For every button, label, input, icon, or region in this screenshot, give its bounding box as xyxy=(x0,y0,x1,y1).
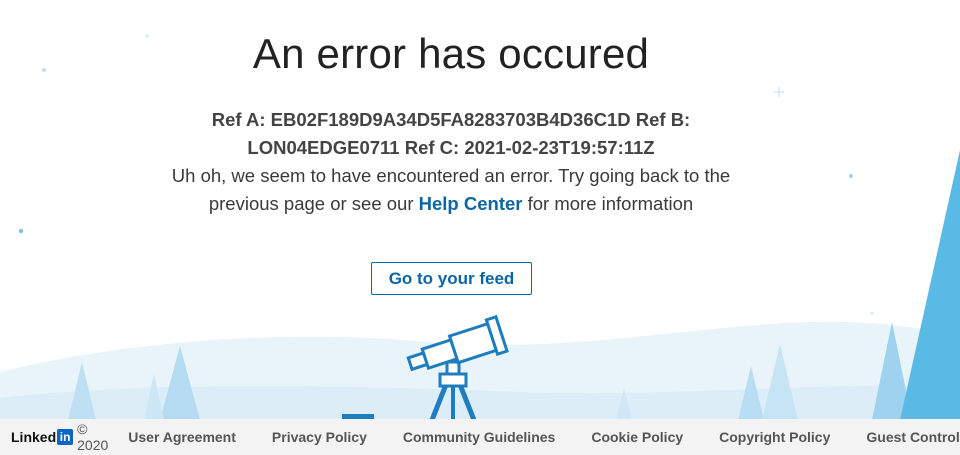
sparkle-dot xyxy=(18,228,24,234)
brand-wordmark: Linked xyxy=(11,429,57,445)
error-page: An error has occured Ref A: EB02F189D9A3… xyxy=(0,0,960,455)
linkedin-logo-icon[interactable]: Linked in xyxy=(11,429,74,445)
pine-tree-large xyxy=(900,150,960,420)
error-message-suffix: for more information xyxy=(522,193,694,214)
footer-link-copyright-policy[interactable]: Copyright Policy xyxy=(719,429,830,445)
help-center-link[interactable]: Help Center xyxy=(419,193,523,214)
go-to-feed-button[interactable]: Go to your feed xyxy=(371,262,532,295)
copyright-text: © 2020 xyxy=(77,421,109,453)
pine-tree xyxy=(160,346,200,420)
reference-line-2: LON04EDGE0711 Ref C: 2021-02-23T19:57:11… xyxy=(247,137,655,158)
footer-link-community-guidelines[interactable]: Community Guidelines xyxy=(403,429,555,445)
error-message: Uh oh, we seem to have encountered an er… xyxy=(160,162,742,218)
footer-link-guest-controls[interactable]: Guest Controls xyxy=(866,429,960,445)
footer-link-privacy-policy[interactable]: Privacy Policy xyxy=(272,429,367,445)
telescope-icon xyxy=(342,314,509,421)
pine-tree xyxy=(762,344,798,420)
snow-hill-front xyxy=(0,385,960,420)
footer-link-cookie-policy[interactable]: Cookie Policy xyxy=(591,429,683,445)
pine-tree xyxy=(68,362,96,420)
error-reference-codes: Ref A: EB02F189D9A34D5FA8283703B4D36C1D … xyxy=(186,106,716,162)
footer-link-user-agreement[interactable]: User Agreement xyxy=(128,429,236,445)
pine-tree xyxy=(872,322,912,420)
pine-tree xyxy=(738,366,764,420)
page-title: An error has occured xyxy=(252,30,650,77)
pine-tree xyxy=(144,374,164,420)
pine-tree xyxy=(616,388,632,420)
brand-in-badge: in xyxy=(57,429,74,445)
sparkle-dot xyxy=(870,311,874,315)
reference-line-1: Ref A: EB02F189D9A34D5FA8283703B4D36C1D … xyxy=(211,109,691,130)
snow-hill xyxy=(0,321,960,420)
footer: Linked in © 2020 User Agreement Privacy … xyxy=(0,419,960,455)
sparkle-dot xyxy=(849,174,853,178)
footer-links: User Agreement Privacy Policy Community … xyxy=(128,429,960,445)
sparkle-star xyxy=(774,87,784,97)
